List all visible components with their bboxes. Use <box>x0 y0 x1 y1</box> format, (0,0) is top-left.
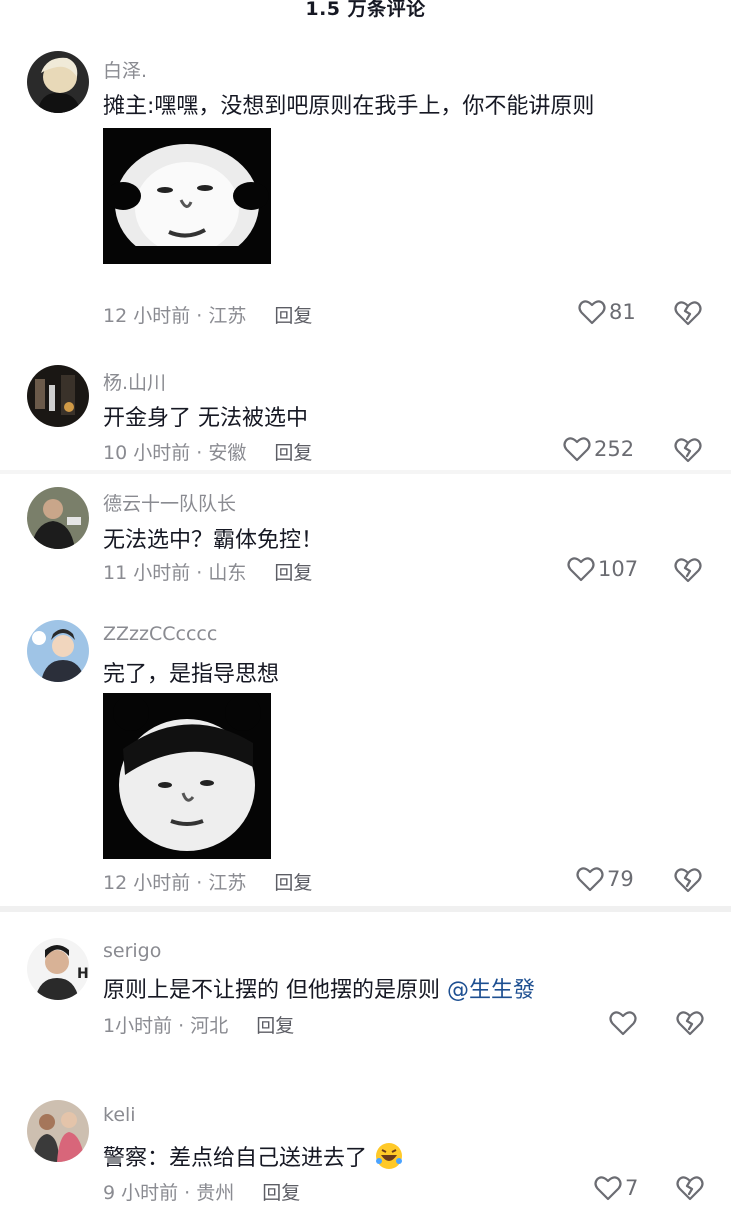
comment-text: 无法选中？霸体免控！ <box>103 528 324 553</box>
dislike-button[interactable] <box>674 437 702 467</box>
comment-meta: 11 小时前 · 山东 回复 <box>103 558 312 585</box>
dislike-button[interactable] <box>676 1010 704 1040</box>
avatar[interactable] <box>27 365 89 427</box>
like-button[interactable]: 252 <box>563 436 634 462</box>
comment-text: 原则上是不让摆的 但他摆的是原则 @生生發 <box>103 972 535 1004</box>
like-count: 107 <box>598 557 639 581</box>
reply-button[interactable]: 回复 <box>256 1015 294 1037</box>
reply-button[interactable]: 回复 <box>274 562 312 584</box>
reply-button[interactable]: 回复 <box>274 442 312 464</box>
comment-body: 警察：差点给自己送进去了 <box>103 1146 368 1171</box>
comment-time-location: 12 小时前 · 江苏 <box>103 305 247 327</box>
rofl-emoji-icon <box>376 1143 403 1169</box>
avatar[interactable] <box>27 620 89 682</box>
like-count: 79 <box>607 867 634 891</box>
comment-time-location: 1小时前 · 河北 <box>103 1015 229 1037</box>
divider <box>0 470 731 474</box>
heart-outline-icon <box>578 300 606 325</box>
like-button[interactable] <box>609 1010 640 1036</box>
like-button[interactable]: 107 <box>567 556 638 582</box>
comment-time-location: 9 小时前 · 贵州 <box>103 1182 235 1204</box>
comment-meta: 10 小时前 · 安徽 回复 <box>103 438 312 465</box>
heart-outline-icon <box>576 867 604 892</box>
comment-time-location: 12 小时前 · 江苏 <box>103 872 247 894</box>
broken-heart-icon <box>674 868 702 893</box>
broken-heart-icon <box>676 1176 704 1201</box>
comment-text: 警察：差点给自己送进去了 <box>103 1140 404 1172</box>
avatar[interactable] <box>27 51 89 113</box>
comment-count-title: 1.5 万条评论 <box>305 0 426 20</box>
heart-outline-icon <box>609 1011 637 1036</box>
comment-username[interactable]: serigo <box>103 940 161 962</box>
comment-username[interactable]: 德云十一队队长 <box>103 489 236 516</box>
reply-button[interactable]: 回复 <box>262 1182 300 1204</box>
meme-sticker-image[interactable] <box>103 128 271 264</box>
screenshot-seam <box>0 906 731 912</box>
broken-heart-icon <box>676 1011 704 1036</box>
meme-sticker-image[interactable] <box>103 693 271 859</box>
like-count: 252 <box>594 437 635 461</box>
broken-heart-icon <box>674 558 702 583</box>
comment-time-location: 10 小时前 · 安徽 <box>103 442 247 464</box>
comment-meta: 12 小时前 · 江苏 回复 <box>103 301 312 328</box>
like-button[interactable]: 81 <box>578 299 636 325</box>
comment-username[interactable]: 杨.山川 <box>103 368 166 395</box>
like-count: 81 <box>609 300 636 324</box>
heart-outline-icon <box>567 557 595 582</box>
comment-meta: 9 小时前 · 贵州 回复 <box>103 1178 300 1205</box>
avatar[interactable]: H <box>27 938 89 1000</box>
broken-heart-icon <box>674 301 702 326</box>
avatar[interactable] <box>27 1100 89 1162</box>
heart-outline-icon <box>563 437 591 462</box>
reply-button[interactable]: 回复 <box>274 872 312 894</box>
avatar[interactable] <box>27 487 89 549</box>
reply-button[interactable]: 回复 <box>274 305 312 327</box>
broken-heart-icon <box>674 438 702 463</box>
dislike-button[interactable] <box>674 557 702 587</box>
comment-meta: 12 小时前 · 江苏 回复 <box>103 868 312 895</box>
dislike-button[interactable] <box>674 867 702 897</box>
comment-meta: 1小时前 · 河北 回复 <box>103 1011 294 1038</box>
dislike-button[interactable] <box>676 1175 704 1205</box>
like-count: 7 <box>625 1176 639 1200</box>
mention-link[interactable]: @生生發 <box>447 978 535 1003</box>
comment-username[interactable]: ZZzzCCcccc <box>103 623 217 645</box>
svg-text:H: H <box>77 966 89 982</box>
like-button[interactable]: 79 <box>576 866 634 892</box>
heart-outline-icon <box>594 1176 622 1201</box>
comment-text: 完了，是指导思想 <box>103 662 280 687</box>
comment-username[interactable]: keli <box>103 1104 136 1126</box>
like-button[interactable]: 7 <box>594 1175 638 1201</box>
comment-username[interactable]: 白泽. <box>103 56 147 83</box>
comment-text: 开金身了 无法被选中 <box>103 406 308 431</box>
comment-body: 原则上是不让摆的 但他摆的是原则 <box>103 978 440 1003</box>
comment-time-location: 11 小时前 · 山东 <box>103 562 247 584</box>
comment-text: 摊主:嘿嘿，没想到吧原则在我手上，你不能讲原则 <box>103 94 595 119</box>
dislike-button[interactable] <box>674 300 702 330</box>
